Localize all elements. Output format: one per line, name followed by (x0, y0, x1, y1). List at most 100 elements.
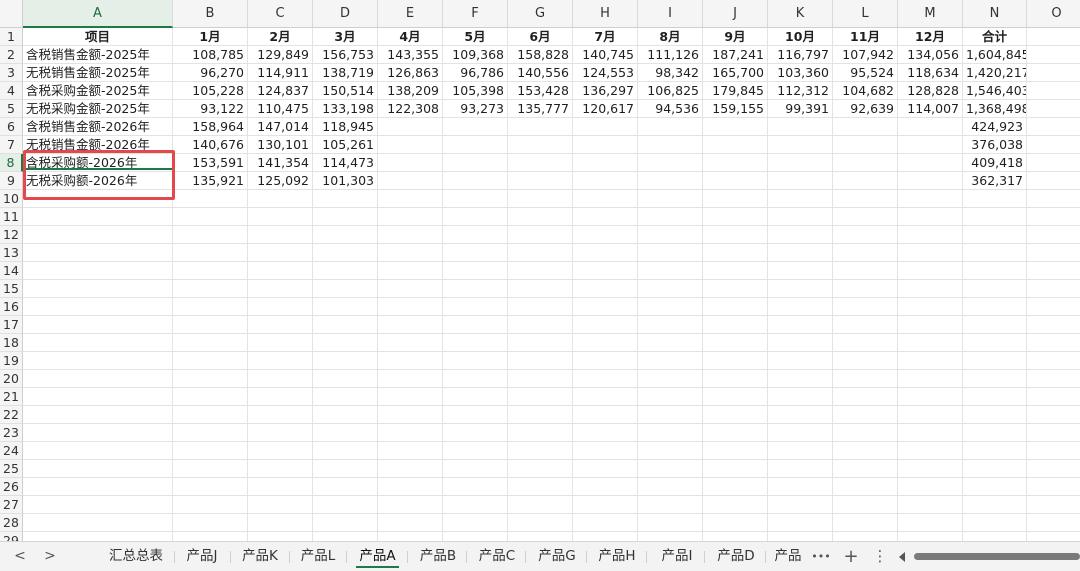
cell-k26[interactable] (768, 478, 833, 496)
cell-k18[interactable] (768, 334, 833, 352)
cell-h2[interactable]: 140,745 (573, 46, 638, 64)
cell-j3[interactable]: 165,700 (703, 64, 768, 82)
cell-m21[interactable] (898, 388, 963, 406)
cell-a25[interactable] (23, 460, 173, 478)
cell-o1[interactable] (1027, 28, 1080, 46)
cell-o15[interactable] (1027, 280, 1080, 298)
cell-h4[interactable]: 136,297 (573, 82, 638, 100)
cell-j18[interactable] (703, 334, 768, 352)
cell-n8[interactable]: 409,418 (963, 154, 1027, 172)
cell-h19[interactable] (573, 352, 638, 370)
cell-d3[interactable]: 138,719 (313, 64, 378, 82)
cell-e23[interactable] (378, 424, 443, 442)
more-tabs-button[interactable]: ••• (809, 542, 833, 571)
cell-o12[interactable] (1027, 226, 1080, 244)
cell-k12[interactable] (768, 226, 833, 244)
cell-l1[interactable]: 11月 (833, 28, 898, 46)
cell-n23[interactable] (963, 424, 1027, 442)
cell-c22[interactable] (248, 406, 313, 424)
column-header-d[interactable]: D (313, 0, 378, 28)
cell-n24[interactable] (963, 442, 1027, 460)
cell-o25[interactable] (1027, 460, 1080, 478)
cell-b24[interactable] (173, 442, 248, 460)
cell-d14[interactable] (313, 262, 378, 280)
cell-b14[interactable] (173, 262, 248, 280)
cell-i5[interactable]: 94,536 (638, 100, 703, 118)
cell-c8[interactable]: 141,354 (248, 154, 313, 172)
cell-b8[interactable]: 153,591 (173, 154, 248, 172)
cell-d22[interactable] (313, 406, 378, 424)
cell-i19[interactable] (638, 352, 703, 370)
cell-d15[interactable] (313, 280, 378, 298)
cell-a19[interactable] (23, 352, 173, 370)
cell-e10[interactable] (378, 190, 443, 208)
cell-i24[interactable] (638, 442, 703, 460)
cell-m3[interactable]: 118,634 (898, 64, 963, 82)
cell-i17[interactable] (638, 316, 703, 334)
cell-d1[interactable]: 3月 (313, 28, 378, 46)
sheet-tab[interactable]: 产品H (590, 542, 644, 571)
cell-a1[interactable]: 项目 (23, 28, 173, 46)
cell-b11[interactable] (173, 208, 248, 226)
cell-c18[interactable] (248, 334, 313, 352)
cell-c6[interactable]: 147,014 (248, 118, 313, 136)
cell-j29[interactable] (703, 532, 768, 541)
cell-d10[interactable] (313, 190, 378, 208)
cell-i26[interactable] (638, 478, 703, 496)
cell-n22[interactable] (963, 406, 1027, 424)
cell-k15[interactable] (768, 280, 833, 298)
cell-h14[interactable] (573, 262, 638, 280)
cell-i12[interactable] (638, 226, 703, 244)
cell-m1[interactable]: 12月 (898, 28, 963, 46)
cell-b9[interactable]: 135,921 (173, 172, 248, 190)
cell-g17[interactable] (508, 316, 573, 334)
cell-o24[interactable] (1027, 442, 1080, 460)
cell-b16[interactable] (173, 298, 248, 316)
scroll-left-arrow-icon[interactable] (899, 552, 905, 562)
cell-f3[interactable]: 96,786 (443, 64, 508, 82)
cell-m26[interactable] (898, 478, 963, 496)
cell-n5[interactable]: 1,368,498 (963, 100, 1027, 118)
cell-a29[interactable] (23, 532, 173, 541)
cell-h21[interactable] (573, 388, 638, 406)
cell-l6[interactable] (833, 118, 898, 136)
cell-a6[interactable]: 含税销售金额-2026年 (23, 118, 173, 136)
cell-c14[interactable] (248, 262, 313, 280)
sheet-menu-button[interactable]: ⋮ (870, 542, 890, 571)
cell-m14[interactable] (898, 262, 963, 280)
cell-f18[interactable] (443, 334, 508, 352)
cell-e20[interactable] (378, 370, 443, 388)
sheet-tab[interactable]: 产品D (709, 542, 763, 571)
cell-h17[interactable] (573, 316, 638, 334)
cell-m10[interactable] (898, 190, 963, 208)
cell-a14[interactable] (23, 262, 173, 280)
cell-j8[interactable] (703, 154, 768, 172)
cell-b23[interactable] (173, 424, 248, 442)
cell-o3[interactable] (1027, 64, 1080, 82)
cell-l12[interactable] (833, 226, 898, 244)
cell-e26[interactable] (378, 478, 443, 496)
cell-g24[interactable] (508, 442, 573, 460)
cell-k19[interactable] (768, 352, 833, 370)
cell-e11[interactable] (378, 208, 443, 226)
cell-j12[interactable] (703, 226, 768, 244)
cell-a13[interactable] (23, 244, 173, 262)
cell-l9[interactable] (833, 172, 898, 190)
cell-a22[interactable] (23, 406, 173, 424)
cell-m29[interactable] (898, 532, 963, 541)
cell-m23[interactable] (898, 424, 963, 442)
cell-c25[interactable] (248, 460, 313, 478)
cell-f28[interactable] (443, 514, 508, 532)
cell-i29[interactable] (638, 532, 703, 541)
cell-c1[interactable]: 2月 (248, 28, 313, 46)
cell-n19[interactable] (963, 352, 1027, 370)
cell-h12[interactable] (573, 226, 638, 244)
cell-n29[interactable] (963, 532, 1027, 541)
cell-k14[interactable] (768, 262, 833, 280)
cell-i4[interactable]: 106,825 (638, 82, 703, 100)
cell-g27[interactable] (508, 496, 573, 514)
cell-f21[interactable] (443, 388, 508, 406)
cell-n11[interactable] (963, 208, 1027, 226)
cell-g13[interactable] (508, 244, 573, 262)
cell-o17[interactable] (1027, 316, 1080, 334)
